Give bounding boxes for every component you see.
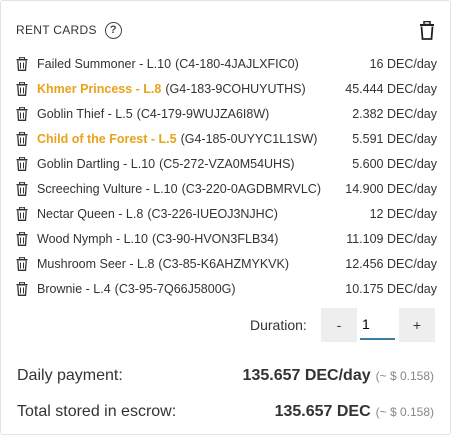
remove-card-trash-icon[interactable] bbox=[16, 131, 30, 147]
remove-card-trash-icon[interactable] bbox=[16, 56, 30, 72]
card-price: 14.900 DEC/day bbox=[345, 181, 437, 196]
card-price: 5.600 DEC/day bbox=[352, 156, 437, 171]
panel-header: RENT CARDS ? bbox=[16, 19, 436, 41]
card-name: Nectar Queen - L.8 bbox=[37, 206, 144, 221]
duration-input[interactable] bbox=[360, 310, 395, 340]
rental-card-list: Failed Summoner - L.10 (C4-180-4JAJLXFIC0… bbox=[16, 51, 437, 301]
rental-card-row: Mushroom Seer - L.8 (C3-85-K6AHZMYKVK) 12.… bbox=[16, 251, 437, 276]
card-id: (C4-179-9WUJZA6I8W) bbox=[136, 106, 270, 121]
card-name: Khmer Princess - L.8 bbox=[37, 81, 162, 96]
card-price: 12.456 DEC/day bbox=[345, 256, 437, 271]
rental-card-row: Nectar Queen - L.8 (C3-226-IUEOJ3NJHC) 12 … bbox=[16, 201, 437, 226]
card-id: (G4-183-9COHUYUTHS) bbox=[165, 81, 306, 96]
card-name: Failed Summoner - L.10 bbox=[37, 56, 172, 71]
escrow-value: 135.657 DEC bbox=[274, 403, 371, 420]
card-id: (C3-220-0AGDBMRVLC) bbox=[181, 181, 321, 196]
escrow-usd: (~ $ 0.158) bbox=[375, 405, 434, 419]
rental-card-row: Brownie - L.4 (C3-95-7Q66J5800G) 10.175 DE… bbox=[16, 276, 437, 301]
card-price: 10.175 DEC/day bbox=[345, 281, 437, 296]
duration-label: Duration: bbox=[250, 317, 307, 333]
remove-card-trash-icon[interactable] bbox=[16, 106, 30, 122]
escrow-label: Total stored in escrow: bbox=[17, 403, 177, 420]
daily-payment-usd: (~ $ 0.158) bbox=[375, 369, 434, 383]
card-name: Child of the Forest - L.5 bbox=[37, 131, 177, 146]
card-name: Goblin Dartling - L.10 bbox=[37, 156, 156, 171]
daily-payment-row: Daily payment: 135.657 DEC/day (~ $ 0.15… bbox=[17, 367, 434, 385]
remove-card-trash-icon[interactable] bbox=[16, 256, 30, 272]
rental-card-row: Failed Summoner - L.10 (C4-180-4JAJLXFIC0… bbox=[16, 51, 437, 76]
card-price: 12 DEC/day bbox=[369, 206, 437, 221]
rental-card-row: Goblin Thief - L.5 (C4-179-9WUJZA6I8W) 2.3… bbox=[16, 101, 437, 126]
remove-card-trash-icon[interactable] bbox=[16, 206, 30, 222]
remove-card-trash-icon[interactable] bbox=[16, 81, 30, 97]
panel-title: RENT CARDS bbox=[16, 23, 97, 37]
rental-card-row: Wood Nymph - L.10 (C3-90-HVON3FLB34) 11.10… bbox=[16, 226, 437, 251]
help-icon[interactable]: ? bbox=[104, 21, 122, 39]
card-price: 16 DEC/day bbox=[369, 56, 437, 71]
decrease-duration-button[interactable]: - bbox=[321, 308, 357, 342]
escrow-row: Total stored in escrow: 135.657 DEC (~ $… bbox=[17, 403, 434, 421]
rental-card-row: Screeching Vulture - L.10 (C3-220-0AGDBMR… bbox=[16, 176, 437, 201]
daily-payment-value: 135.657 DEC/day bbox=[242, 367, 371, 384]
card-id: (C4-180-4JAJLXFIC0) bbox=[175, 56, 299, 71]
card-id: (C5-272-VZA0M54UHS) bbox=[159, 156, 295, 171]
card-name: Goblin Thief - L.5 bbox=[37, 106, 133, 121]
card-id: (C3-90-HVON3FLB34) bbox=[151, 231, 279, 246]
rent-cards-panel: RENT CARDS ? Failed Summoner - L.10 (C4-1… bbox=[0, 0, 451, 435]
card-id: (C3-226-IUEOJ3NJHC) bbox=[147, 206, 278, 221]
card-id: (C3-85-K6AHZMYKVK) bbox=[158, 256, 290, 271]
increase-duration-button[interactable]: + bbox=[399, 308, 435, 342]
rental-card-row: Child of the Forest - L.5 (G4-185-0UYYC1L… bbox=[16, 126, 437, 151]
card-name: Mushroom Seer - L.8 bbox=[37, 256, 155, 271]
card-price: 2.382 DEC/day bbox=[352, 106, 437, 121]
daily-payment-label: Daily payment: bbox=[17, 367, 123, 384]
duration-control: Duration: - + bbox=[1, 308, 451, 342]
card-price: 11.109 DEC/day bbox=[346, 231, 437, 246]
card-name: Screeching Vulture - L.10 bbox=[37, 181, 178, 196]
remove-card-trash-icon[interactable] bbox=[16, 156, 30, 172]
card-id: (G4-185-0UYYC1L1SW) bbox=[180, 131, 318, 146]
card-id: (C3-95-7Q66J5800G) bbox=[114, 281, 236, 296]
card-name: Wood Nymph - L.10 bbox=[37, 231, 148, 246]
remove-card-trash-icon[interactable] bbox=[16, 231, 30, 247]
rental-card-row: Goblin Dartling - L.10 (C5-272-VZA0M54UHS… bbox=[16, 151, 437, 176]
card-name: Brownie - L.4 bbox=[37, 281, 111, 296]
remove-card-trash-icon[interactable] bbox=[16, 281, 30, 297]
remove-card-trash-icon[interactable] bbox=[16, 181, 30, 197]
rental-card-row: Khmer Princess - L.8 (G4-183-9COHUYUTHS) 4… bbox=[16, 76, 437, 101]
clear-all-trash-icon[interactable] bbox=[418, 19, 436, 41]
card-price: 5.591 DEC/day bbox=[352, 131, 437, 146]
card-price: 45.444 DEC/day bbox=[345, 81, 437, 96]
